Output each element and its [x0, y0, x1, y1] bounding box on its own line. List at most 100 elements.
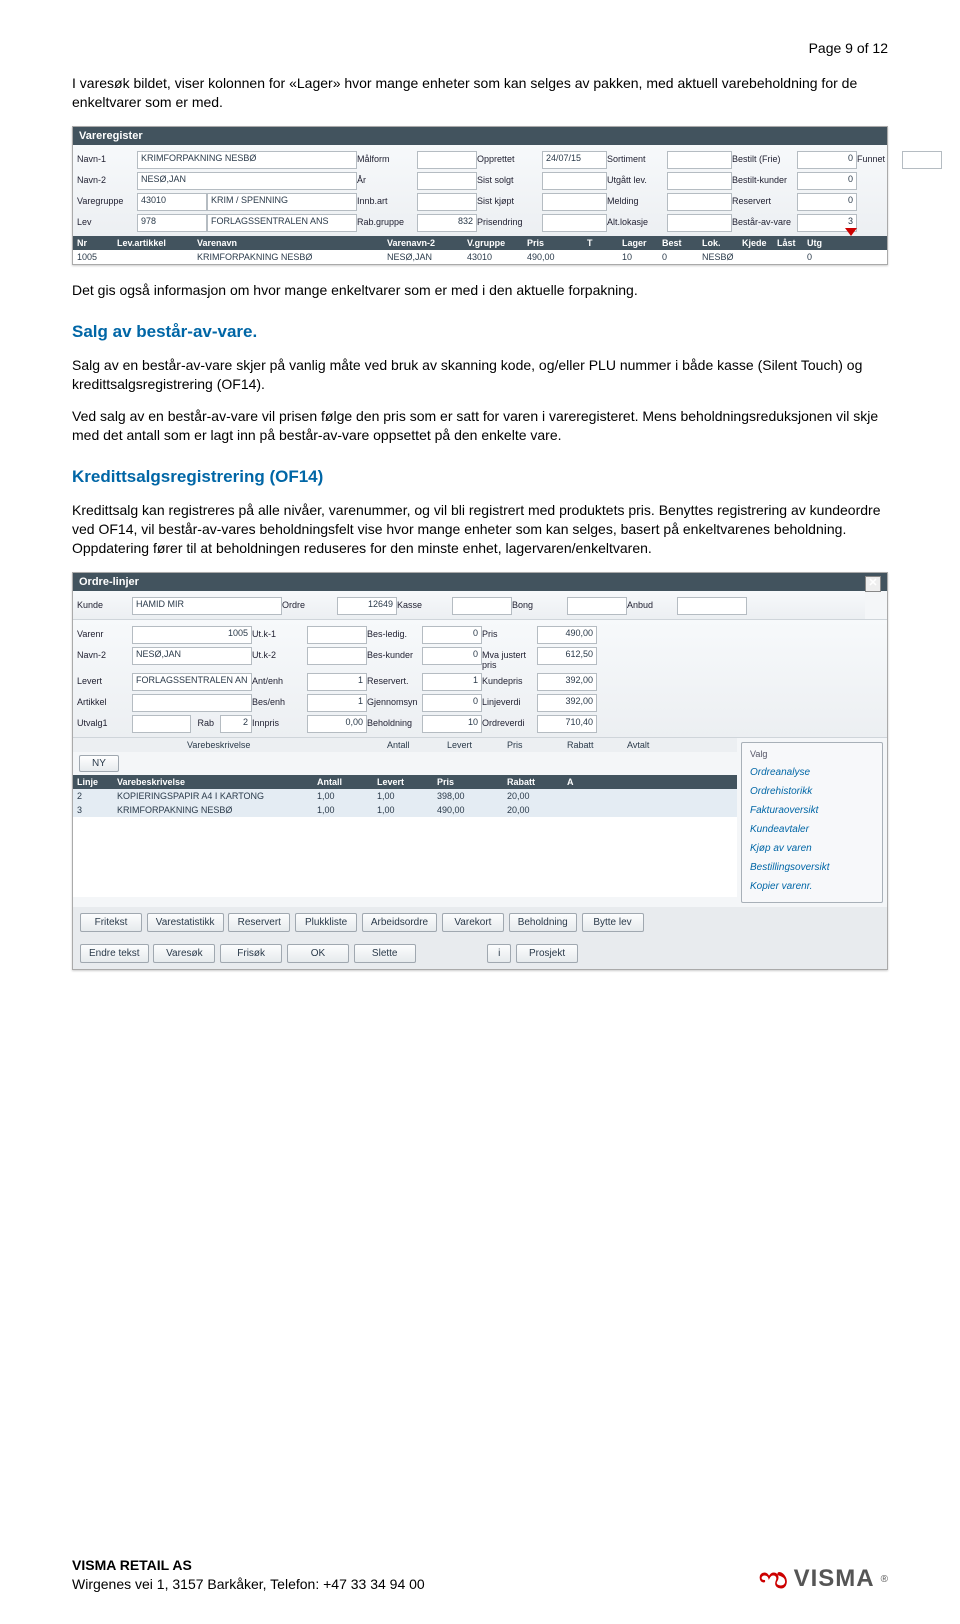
btn-frisok[interactable]: Frisøk: [220, 944, 282, 963]
intro-paragraph: I varesøk bildet, viser kolonnen for «La…: [72, 74, 888, 112]
fld-levcode[interactable]: 978: [137, 214, 207, 232]
btn-plukkliste[interactable]: Plukkliste: [295, 913, 357, 932]
btn-beholdning[interactable]: Beholdning: [509, 913, 577, 932]
table-row[interactable]: 2KOPIERINGSPAPIR A4 I KARTONG1,00 1,0039…: [73, 789, 737, 803]
fld-beskunder[interactable]: 0: [422, 647, 482, 665]
btn-reservert[interactable]: Reservert: [228, 913, 290, 932]
btn-varesok[interactable]: Varesøk: [153, 944, 215, 963]
fld-sistsolgt[interactable]: [542, 172, 607, 190]
fld-vgname[interactable]: KRIM / SPENNING: [207, 193, 357, 211]
fld-varenr[interactable]: 1005: [132, 626, 252, 644]
link-kundeavtaler[interactable]: Kundeavtaler: [750, 820, 874, 839]
fld-mva[interactable]: 612,50: [537, 647, 597, 665]
s1-table-row[interactable]: 1005KRIMFORPAKNING NESBØ NESØ,JAN4301049…: [73, 250, 887, 264]
fld-ar[interactable]: [417, 172, 477, 190]
btn-prosjekt[interactable]: Prosjekt: [516, 944, 578, 963]
fld-kundepris[interactable]: 392,00: [537, 673, 597, 691]
btn-bytte-lev[interactable]: Bytte lev: [582, 913, 644, 932]
lbl-innbart: Innb.art: [357, 193, 417, 211]
lbl-opprettet: Opprettet: [477, 151, 542, 169]
lbl-melding: Melding: [607, 193, 667, 211]
fld-altlok[interactable]: [667, 214, 732, 232]
fld-sortiment[interactable]: [667, 151, 732, 169]
lbl-utk1: Ut.k-1: [252, 626, 307, 644]
link-bestillingsoversikt[interactable]: Bestillingsoversikt: [750, 858, 874, 877]
lbl-bestiltkunder: Bestilt-kunder: [732, 172, 797, 190]
fld-levert[interactable]: FORLAGSSENTRALEN AN: [132, 673, 252, 691]
fld-utk2[interactable]: [307, 647, 367, 665]
lbl-reservert: Reservert: [732, 193, 797, 211]
btn-varekort[interactable]: Varekort: [442, 913, 504, 932]
fld-sistkjopt[interactable]: [542, 193, 607, 211]
fld-bong[interactable]: [567, 597, 627, 615]
fld-besenh[interactable]: 1: [307, 694, 367, 712]
fld-linjeverdi[interactable]: 392,00: [537, 694, 597, 712]
lbl-bestaravvare: Består-av-vare: [732, 214, 797, 232]
footer-company: VISMA RETAIL AS: [72, 1556, 425, 1575]
fld-bestiltkunder[interactable]: 0: [797, 172, 857, 190]
fld-navn1[interactable]: KRIMFORPAKNING NESBØ: [137, 151, 357, 169]
registered-icon: ®: [881, 1574, 888, 1585]
lbl-varenr: Varenr: [77, 626, 132, 644]
lbl-pris: Pris: [482, 626, 537, 644]
fld-melding[interactable]: [667, 193, 732, 211]
fld-opprettet[interactable]: 24/07/15: [542, 151, 607, 169]
table-row[interactable]: 3KRIMFORPAKNING NESBØ1,00 1,00490,0020,0…: [73, 803, 737, 817]
fld-pris[interactable]: 490,00: [537, 626, 597, 644]
link-ordreanalyse[interactable]: Ordreanalyse: [750, 763, 874, 782]
visma-logo: ಌ VISMA ®: [759, 1564, 888, 1594]
fld-ordre[interactable]: 12649: [337, 597, 397, 615]
close-icon[interactable]: ✕: [865, 576, 881, 592]
btn-slette[interactable]: Slette: [354, 944, 416, 963]
fld-funnet[interactable]: [902, 151, 942, 169]
fld-innbart[interactable]: [417, 193, 477, 211]
fld-bestiltfrie[interactable]: 0: [797, 151, 857, 169]
fld-gjennomsyn[interactable]: 0: [422, 694, 482, 712]
fld-utvalg1[interactable]: [132, 715, 191, 733]
btn-info[interactable]: i: [487, 944, 511, 963]
fld-antenh[interactable]: 1: [307, 673, 367, 691]
valg-panel: Valg Ordreanalyse Ordrehistorikk Faktura…: [741, 742, 883, 903]
btn-ok[interactable]: OK: [287, 944, 349, 963]
fld-vgcode[interactable]: 43010: [137, 193, 207, 211]
fld-ordreverdi[interactable]: 710,40: [537, 715, 597, 733]
fld-innpris[interactable]: 0,00: [307, 715, 367, 733]
visma-swirl-icon: ಌ: [759, 1564, 788, 1594]
btn-endre-tekst[interactable]: Endre tekst: [80, 944, 149, 963]
link-kopier-varenr[interactable]: Kopier varenr.: [750, 877, 874, 896]
fld-malform[interactable]: [417, 151, 477, 169]
fld-navn2b[interactable]: NESØ,JAN: [132, 647, 252, 665]
btn-varestatistikk[interactable]: Varestatistikk: [147, 913, 224, 932]
fld-utvalg1-rab[interactable]: 2: [220, 715, 252, 733]
ny-button[interactable]: NY: [79, 755, 119, 772]
fld-reservert[interactable]: 0: [797, 193, 857, 211]
footer-address: Wirgenes vei 1, 3157 Barkåker, Telefon: …: [72, 1575, 425, 1594]
fld-anbud[interactable]: [677, 597, 747, 615]
fld-artikkel[interactable]: [132, 694, 252, 712]
fld-levname[interactable]: FORLAGSSENTRALEN ANS: [207, 214, 357, 232]
lbl-ar: År: [357, 172, 417, 190]
fld-navn2[interactable]: NESØ,JAN: [137, 172, 357, 190]
sec1-p2: Ved salg av en består-av-vare vil prisen…: [72, 407, 888, 445]
link-ordrehistorikk[interactable]: Ordrehistorikk: [750, 782, 874, 801]
lbl-besledig: Bes-ledig.: [367, 626, 422, 644]
fld-utk1[interactable]: [307, 626, 367, 644]
section-salg-title: Salg av består-av-vare.: [72, 322, 888, 342]
lbl-linjeverdi: Linjeverdi: [482, 694, 537, 712]
fld-kasse[interactable]: [452, 597, 512, 615]
fld-reservertb[interactable]: 1: [422, 673, 482, 691]
lbl-besenh: Bes/enh: [252, 694, 307, 712]
fld-rabgruppe[interactable]: 832: [417, 214, 477, 232]
lbl-bestiltfrie: Bestilt (Frie): [732, 151, 797, 169]
fld-kunde[interactable]: HAMID MIR: [132, 597, 282, 615]
fld-prisendring[interactable]: [542, 214, 607, 232]
lbl-malform: Målform: [357, 151, 417, 169]
link-kjop-av-varen[interactable]: Kjøp av varen: [750, 839, 874, 858]
s2-subheader: VarebeskrivelseAntallLevert PrisRabattAv…: [73, 738, 737, 752]
btn-fritekst[interactable]: Fritekst: [80, 913, 142, 932]
link-fakturaoversikt[interactable]: Fakturaoversikt: [750, 801, 874, 820]
btn-arbeidsordre[interactable]: Arbeidsordre: [362, 913, 437, 932]
fld-besledig[interactable]: 0: [422, 626, 482, 644]
fld-beholdning[interactable]: 10: [422, 715, 482, 733]
fld-utgatt[interactable]: [667, 172, 732, 190]
